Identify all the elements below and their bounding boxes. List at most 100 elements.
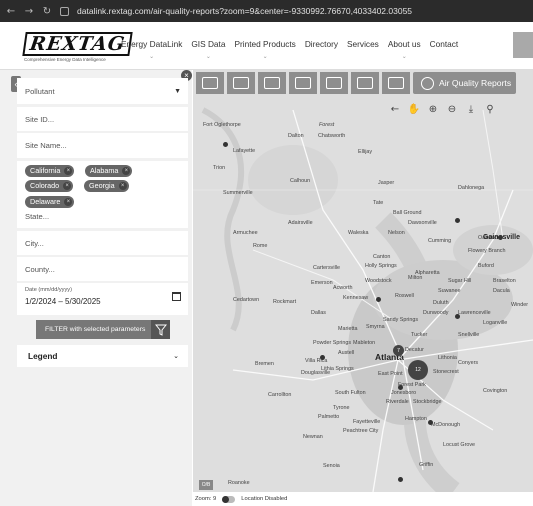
legend-toggle[interactable]: Legend ⌄ bbox=[17, 345, 188, 367]
menu-directory[interactable]: Directory bbox=[305, 39, 338, 49]
location-pin-icon[interactable]: ⚲ bbox=[483, 102, 497, 116]
zoom-out-icon[interactable]: ⊖ bbox=[445, 102, 459, 116]
menu-gis-data[interactable]: GIS Data ⌄ bbox=[191, 39, 225, 60]
map-label: Summerville bbox=[223, 190, 253, 196]
map-label: Dallas bbox=[311, 310, 326, 316]
site-header: REXTAG Comprehensive Energy Data Intelli… bbox=[0, 22, 533, 70]
map-label: Snellville bbox=[458, 332, 480, 338]
map-label: Trion bbox=[213, 165, 226, 171]
site-info-icon[interactable] bbox=[60, 6, 69, 16]
funnel-icon bbox=[151, 320, 170, 339]
back-arrow-icon[interactable]: ← bbox=[388, 102, 402, 116]
category-handshake-button[interactable] bbox=[258, 72, 286, 94]
map-label: Jasper bbox=[378, 180, 395, 186]
map-label: South Fulton bbox=[335, 390, 366, 396]
map-label: Braselton bbox=[493, 278, 516, 284]
map-label: Hampton bbox=[405, 416, 427, 422]
location-toggle[interactable] bbox=[222, 495, 236, 503]
monitor-site-marker[interactable] bbox=[398, 385, 403, 390]
air-quality-reports-button[interactable]: Air Quality Reports bbox=[413, 72, 516, 94]
calendar-icon[interactable] bbox=[172, 292, 181, 301]
map-label: Lithonia bbox=[438, 355, 457, 361]
category-pipeline-button[interactable] bbox=[382, 72, 410, 94]
chevron-down-icon: ⌄ bbox=[173, 353, 179, 360]
pollutant-select[interactable]: Pollutant ▼ bbox=[17, 78, 188, 104]
remove-chip-icon[interactable]: × bbox=[122, 167, 131, 175]
monitor-site-marker[interactable] bbox=[223, 142, 228, 147]
map-cluster[interactable]: 12 bbox=[408, 360, 428, 380]
address-bar[interactable]: datalink.rextag.com/air-quality-reports?… bbox=[77, 6, 412, 16]
map-label: Sandy Springs bbox=[383, 317, 419, 323]
map-label: Holly Springs bbox=[365, 263, 397, 269]
remove-chip-icon[interactable]: × bbox=[64, 198, 73, 206]
remove-chip-icon[interactable]: × bbox=[118, 182, 127, 190]
map-toolbar: ← ✋ ⊕ ⊖ ⤓ ⚲ bbox=[388, 100, 497, 118]
menu-contact[interactable]: Contact bbox=[430, 39, 459, 49]
monitor-site-marker[interactable] bbox=[398, 477, 403, 482]
city-input[interactable]: City... bbox=[17, 231, 188, 255]
air-quality-icon bbox=[421, 76, 434, 90]
map-label: Palmetto bbox=[318, 414, 340, 420]
forward-icon[interactable]: → bbox=[24, 6, 34, 17]
account-button[interactable] bbox=[513, 32, 533, 58]
menu-services[interactable]: Services bbox=[347, 39, 379, 49]
map-label: Fayetteville bbox=[353, 419, 381, 425]
map-label: Lithia Springs bbox=[321, 366, 354, 372]
menu-energy-datalink[interactable]: Energy DataLink ⌄ bbox=[121, 39, 182, 60]
date-range-value[interactable]: 1/2/2024 – 5/30/2025 bbox=[25, 297, 101, 306]
state-chip-colorado[interactable]: Colorado × bbox=[25, 180, 74, 192]
map-label: Adairsville bbox=[288, 220, 313, 226]
map-label: Smyrna bbox=[366, 324, 385, 330]
county-input[interactable]: County... bbox=[17, 257, 188, 281]
monitor-site-marker[interactable] bbox=[455, 218, 460, 223]
site-name-input[interactable]: Site Name... bbox=[17, 133, 188, 158]
map-label: Chatsworth bbox=[318, 133, 346, 139]
state-chip-delaware[interactable]: Delaware × bbox=[25, 196, 75, 208]
remove-chip-icon[interactable]: × bbox=[63, 182, 72, 190]
monitor-site-marker[interactable] bbox=[376, 297, 381, 302]
state-chip-california[interactable]: California × bbox=[25, 165, 75, 177]
map-label: Tate bbox=[373, 200, 384, 206]
back-icon[interactable]: ← bbox=[6, 6, 16, 17]
map-view[interactable]: Air Quality Reports ← ✋ ⊕ ⊖ ⤓ ⚲ Forest D… bbox=[193, 70, 533, 492]
menu-printed-products[interactable]: Printed Products ⌄ bbox=[234, 39, 295, 60]
state-input[interactable]: State... bbox=[25, 212, 49, 221]
map-footer: Zoom: 9 Location Disabled bbox=[193, 492, 533, 506]
map-label: Lawrenceville bbox=[458, 310, 491, 316]
category-oil-gas-button[interactable] bbox=[196, 72, 224, 94]
map-label: Ellijay bbox=[358, 149, 373, 155]
hand-pan-icon[interactable]: ✋ bbox=[407, 102, 421, 116]
map-label: Fort Oglethorpe bbox=[203, 122, 241, 128]
map-label: Griffin bbox=[419, 462, 434, 468]
category-document-button[interactable] bbox=[351, 72, 379, 94]
state-chip-georgia[interactable]: Georgia × bbox=[84, 180, 129, 192]
map-label: Waleska bbox=[348, 230, 369, 236]
site-id-input[interactable]: Site ID... bbox=[17, 107, 188, 131]
map-label: Peachtree City bbox=[343, 428, 379, 434]
reload-icon[interactable]: ↻ bbox=[42, 6, 52, 17]
map-label: Dunwoody bbox=[423, 310, 449, 316]
category-layers-button[interactable] bbox=[227, 72, 255, 94]
map-label: Cartersville bbox=[313, 265, 340, 271]
zoom-in-icon[interactable]: ⊕ bbox=[426, 102, 440, 116]
map-label: Bremen bbox=[255, 361, 274, 367]
map-label: Powder Springs bbox=[313, 340, 352, 346]
map-cluster[interactable]: 7 bbox=[393, 345, 404, 356]
map-label: Conyers bbox=[458, 360, 479, 366]
osm-badge: O/B bbox=[199, 480, 213, 490]
download-icon[interactable]: ⤓ bbox=[464, 102, 478, 116]
category-plant-button[interactable] bbox=[289, 72, 317, 94]
remove-chip-icon[interactable]: × bbox=[64, 167, 73, 175]
map-label: Flowery Branch bbox=[468, 248, 506, 254]
monitor-site-marker[interactable] bbox=[320, 355, 325, 360]
monitor-site-marker[interactable] bbox=[428, 420, 433, 425]
rextag-logo[interactable]: REXTAG Comprehensive Energy Data Intelli… bbox=[22, 32, 133, 62]
monitor-site-marker[interactable] bbox=[455, 314, 460, 319]
menu-about-us[interactable]: About us ⌄ bbox=[388, 39, 421, 60]
filter-button[interactable]: FILTER with selected parameters bbox=[36, 320, 170, 339]
zoom-level: Zoom: 9 bbox=[195, 496, 217, 502]
category-building-button[interactable] bbox=[320, 72, 348, 94]
state-chip-alabama[interactable]: Alabama × bbox=[85, 165, 133, 177]
monitor-site-marker[interactable] bbox=[498, 235, 503, 240]
map-label: Ball Ground bbox=[393, 210, 422, 216]
